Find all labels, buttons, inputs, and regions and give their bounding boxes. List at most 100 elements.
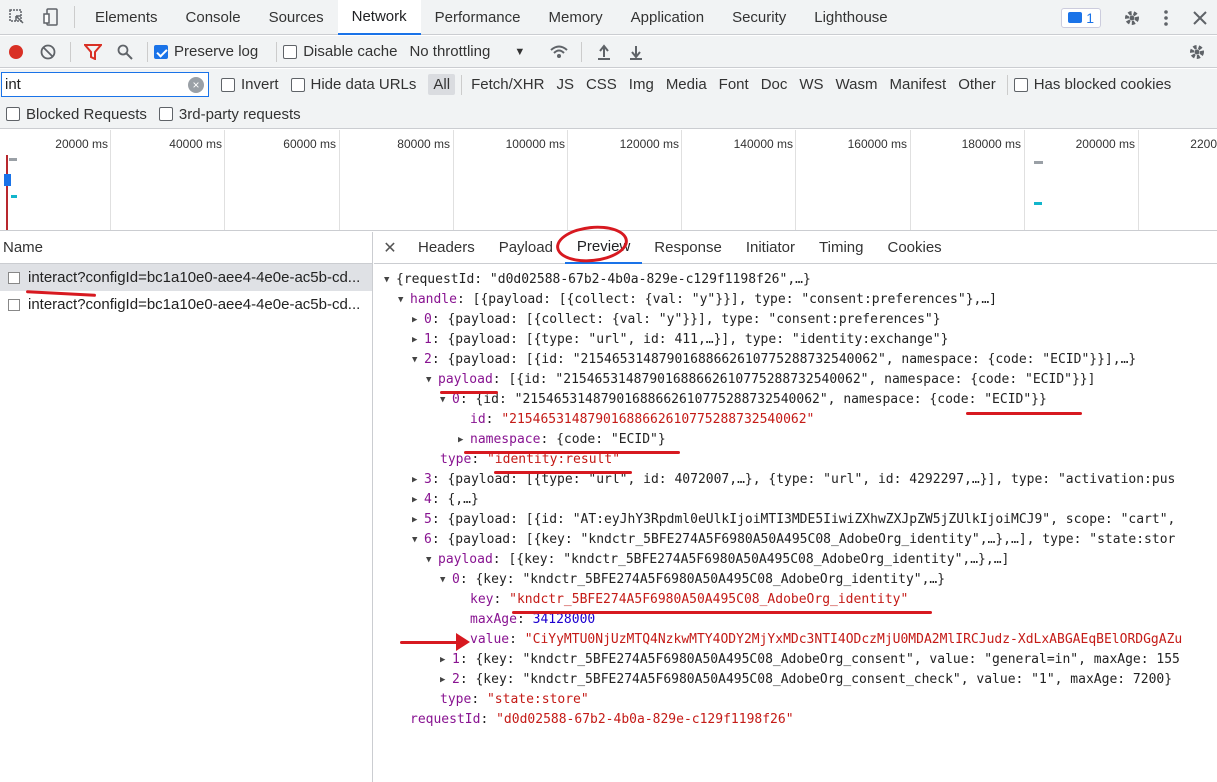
tree-node[interactable]: ▼ 0: {key: "kndctr_5BFE274A5F6980A50A495C… (374, 570, 1217, 590)
filter-bar: int × Invert Hide data URLs All Fetch/XH… (0, 69, 1217, 100)
search-icon[interactable] (109, 36, 141, 68)
inspect-element-icon[interactable] (0, 0, 34, 35)
expand-triangle-icon[interactable]: ▼ (412, 530, 424, 550)
tree-node[interactable]: ▶ 0: {payload: [{collect: {val: "y"}}], t… (374, 310, 1217, 330)
timeline-gridline (453, 130, 454, 230)
checkbox-unchecked[interactable] (283, 44, 298, 59)
request-row[interactable]: interact?configId=bc1a10e0-aee4-4e0e-ac5… (0, 291, 372, 318)
network-settings-gear-icon[interactable] (1181, 36, 1213, 68)
tab-sources[interactable]: Sources (255, 0, 338, 35)
tab-network[interactable]: Network (337, 0, 421, 35)
annotation-underline (494, 471, 632, 474)
collapsed-triangle-icon[interactable]: ▶ (412, 330, 424, 350)
clear-filter-icon[interactable]: × (188, 77, 204, 93)
type-filter-other[interactable]: Other (953, 74, 1001, 95)
tab-application[interactable]: Application (617, 0, 718, 35)
network-overview-timeline[interactable]: 20000 ms 40000 ms 60000 ms 80000 ms 1000… (0, 130, 1217, 231)
filter-icon[interactable] (77, 36, 109, 68)
type-filter-fetch-xhr[interactable]: Fetch/XHR (466, 74, 549, 95)
expand-triangle-icon[interactable]: ▼ (426, 370, 438, 390)
tree-node[interactable]: ▼ handle: [{payload: [{collect: {val: "y"… (374, 290, 1217, 310)
tab-performance[interactable]: Performance (421, 0, 535, 35)
collapsed-triangle-icon[interactable]: ▶ (412, 490, 424, 510)
tab-cookies[interactable]: Cookies (875, 232, 953, 264)
type-filter-font[interactable]: Font (714, 74, 754, 95)
type-filter-img[interactable]: Img (624, 74, 659, 95)
tree-node[interactable]: ▶ 5: {payload: [{id: "AT:eyJhY3Rpdml0eUlk… (374, 510, 1217, 530)
tree-node[interactable]: ▶ 1: {key: "kndctr_5BFE274A5F6980A50A495C… (374, 650, 1217, 670)
issues-badge[interactable]: 1 (1061, 7, 1101, 28)
tree-leaf: id: "21546531487901688662610775288732540… (470, 412, 815, 427)
third-party-checkbox[interactable]: 3rd-party requests (158, 106, 301, 123)
timeline-label: 20000 ms (55, 137, 108, 151)
expand-triangle-icon[interactable]: ▼ (412, 350, 424, 370)
collapsed-triangle-icon[interactable]: ▶ (412, 470, 424, 490)
checkbox-unchecked[interactable] (290, 77, 305, 92)
clear-icon[interactable] (32, 36, 64, 68)
filter-input-value: int (5, 76, 21, 93)
tree-node[interactable]: ▶ namespace: {code: "ECID"} (374, 430, 1217, 450)
type-filter-manifest[interactable]: Manifest (885, 74, 952, 95)
close-detail-icon[interactable]: ✕ (374, 238, 406, 258)
tab-memory[interactable]: Memory (535, 0, 617, 35)
filter-input[interactable]: int × (1, 72, 209, 97)
type-filter-js[interactable]: JS (551, 74, 579, 95)
collapsed-triangle-icon[interactable]: ▶ (440, 650, 452, 670)
type-filter-ws[interactable]: WS (794, 74, 828, 95)
tree-node[interactable]: ▼ 6: {payload: [{key: "kndctr_5BFE274A5F6… (374, 530, 1217, 550)
tab-elements[interactable]: Elements (81, 0, 172, 35)
tab-lighthouse[interactable]: Lighthouse (800, 0, 901, 35)
checkbox-unchecked[interactable] (158, 107, 173, 121)
tab-console[interactable]: Console (172, 0, 255, 35)
expand-triangle-icon[interactable]: ▼ (426, 550, 438, 570)
type-filter-doc[interactable]: Doc (756, 74, 793, 95)
disable-cache-checkbox[interactable]: Disable cache (283, 43, 397, 60)
type-filter-css[interactable]: CSS (581, 74, 622, 95)
request-row[interactable]: interact?configId=bc1a10e0-aee4-4e0e-ac5… (0, 264, 372, 291)
record-icon[interactable] (0, 36, 32, 68)
tree-node[interactable]: ▼ 0: {id: "215465314879016886626107752887… (374, 390, 1217, 410)
throttling-select[interactable]: No throttling ▼ (409, 43, 525, 60)
type-filter-wasm[interactable]: Wasm (831, 74, 883, 95)
network-conditions-icon[interactable] (543, 36, 575, 68)
settings-gear-icon[interactable] (1115, 0, 1149, 35)
tab-security[interactable]: Security (718, 0, 800, 35)
tab-initiator[interactable]: Initiator (734, 232, 807, 264)
tree-node[interactable]: ▼ payload: [{id: "21546531487901688662610… (374, 370, 1217, 390)
has-blocked-cookies-checkbox[interactable]: Has blocked cookies (1013, 76, 1171, 93)
invert-checkbox[interactable]: Invert (221, 76, 279, 93)
expand-triangle-icon[interactable]: ▼ (384, 270, 396, 290)
preserve-log-checkbox[interactable]: Preserve log (154, 43, 258, 60)
tab-headers[interactable]: Headers (406, 232, 487, 264)
checkbox-unchecked[interactable] (221, 77, 235, 92)
type-filter-all[interactable]: All (428, 74, 456, 95)
checkbox-checked[interactable] (154, 44, 168, 59)
collapsed-triangle-icon[interactable]: ▶ (412, 510, 424, 530)
tab-payload[interactable]: Payload (487, 232, 565, 264)
collapsed-triangle-icon[interactable]: ▶ (412, 310, 424, 330)
tree-node[interactable]: ▶ 2: {key: "kndctr_5BFE274A5F6980A50A495C… (374, 670, 1217, 690)
collapsed-triangle-icon[interactable]: ▶ (458, 430, 470, 450)
import-har-icon[interactable] (588, 36, 620, 68)
tree-node[interactable]: ▶ 4: {,…} (374, 490, 1217, 510)
tab-response[interactable]: Response (642, 232, 734, 264)
tree-node[interactable]: ▼ 2: {payload: [{id: "2154653148790168866… (374, 350, 1217, 370)
tree-node[interactable]: ▼ payload: [{key: "kndctr_5BFE274A5F6980A… (374, 550, 1217, 570)
expand-triangle-icon[interactable]: ▼ (440, 570, 452, 590)
export-har-icon[interactable] (620, 36, 652, 68)
close-devtools-icon[interactable] (1183, 0, 1217, 35)
tree-node[interactable]: ▶ 1: {payload: [{type: "url", id: 411,…}]… (374, 330, 1217, 350)
tab-timing[interactable]: Timing (807, 232, 875, 264)
expand-triangle-icon[interactable]: ▼ (398, 290, 410, 310)
more-options-icon[interactable] (1149, 0, 1183, 35)
name-column-header[interactable]: Name (0, 232, 372, 264)
device-toolbar-icon[interactable] (34, 0, 68, 35)
collapsed-triangle-icon[interactable]: ▶ (440, 670, 452, 690)
checkbox-unchecked[interactable] (1013, 77, 1028, 92)
tree-node[interactable]: ▼ {requestId: "d0d02588-67b2-4b0a-829e-c1… (374, 270, 1217, 290)
hide-data-urls-checkbox[interactable]: Hide data URLs (290, 76, 416, 93)
checkbox-unchecked[interactable] (6, 107, 20, 121)
tree-leaf: value: "CiYyMTU0NjUzMTQ4NzkwMTY4ODY2MjYx… (470, 632, 1183, 647)
type-filter-media[interactable]: Media (661, 74, 712, 95)
blocked-requests-checkbox[interactable]: Blocked Requests (6, 106, 147, 123)
